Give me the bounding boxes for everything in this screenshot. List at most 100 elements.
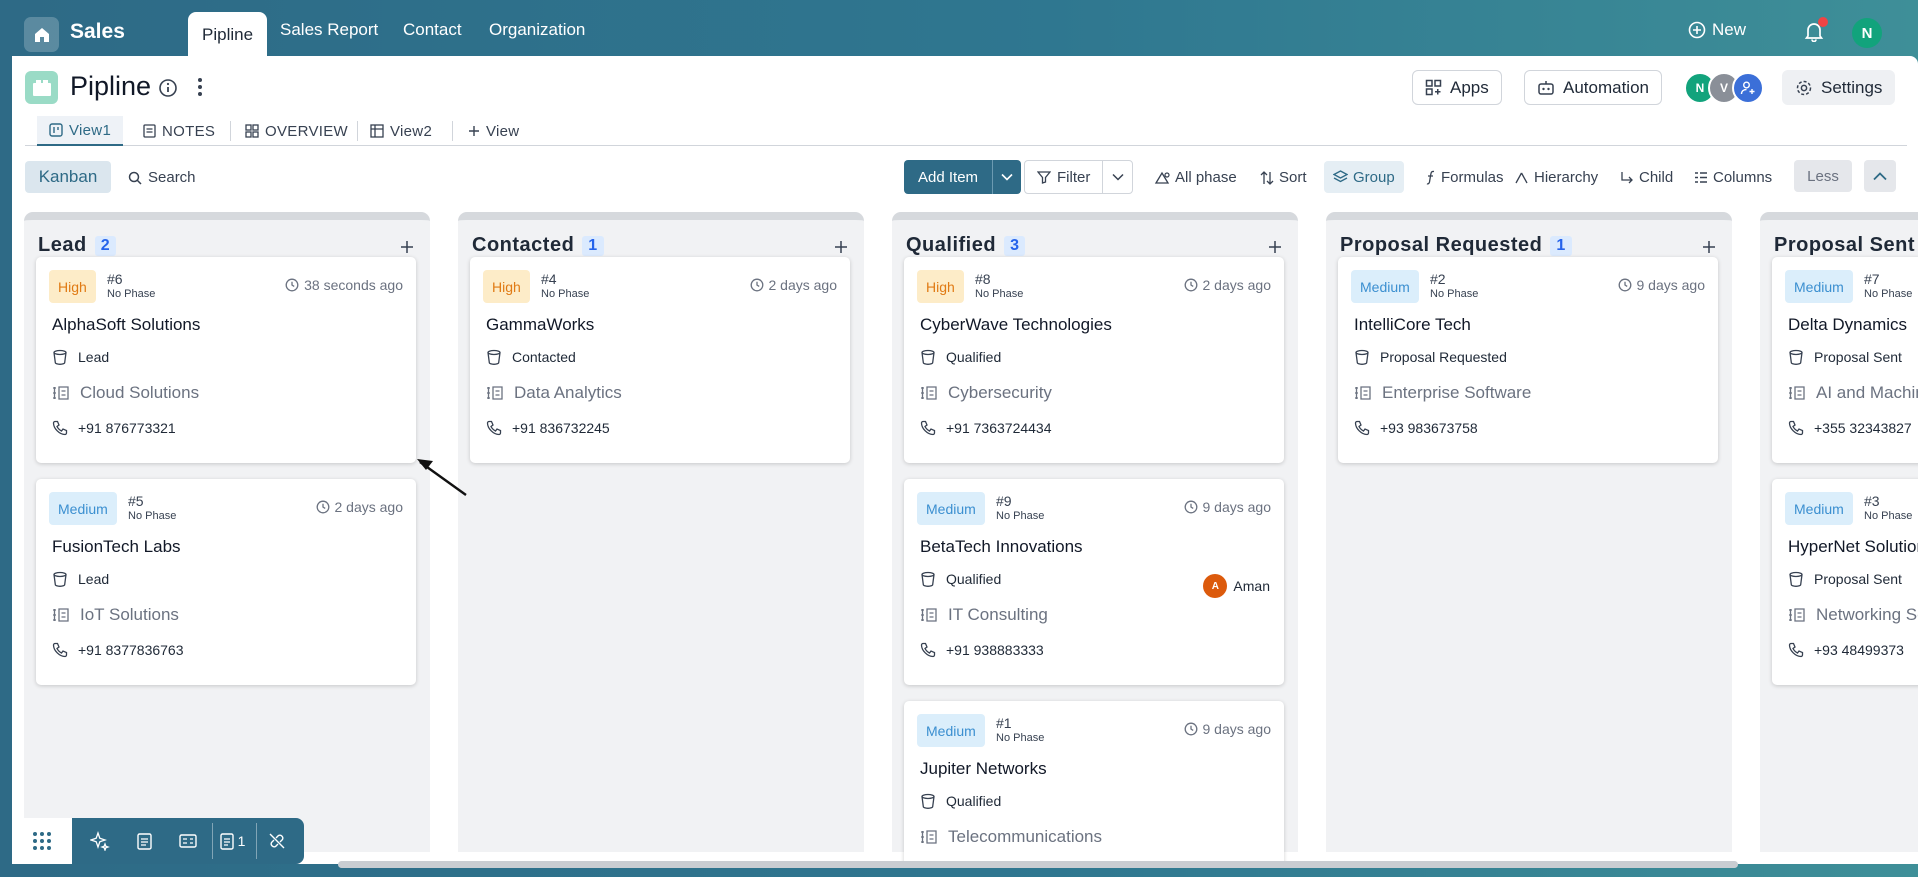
add-item-label[interactable]: Add Item: [904, 160, 993, 194]
formulas-label: Formulas: [1441, 169, 1504, 186]
apps-button[interactable]: Apps: [1412, 70, 1502, 105]
board-horizontal-scrollbar[interactable]: [338, 861, 1738, 868]
kanban-button[interactable]: Kanban: [25, 161, 111, 193]
priority-badge: Medium: [1351, 270, 1419, 303]
priority-badge: Medium: [49, 492, 117, 525]
card-time-text: 38 seconds ago: [304, 277, 403, 293]
card-phone: +91 938883333: [920, 642, 1044, 658]
card-owner[interactable]: A Aman: [1203, 574, 1270, 598]
add-user-icon: [1740, 81, 1755, 95]
card-industry: IoT Solutions: [52, 605, 179, 625]
priority-badge: High: [483, 270, 530, 303]
less-button[interactable]: Less: [1794, 160, 1852, 192]
add-item-button[interactable]: Add Item: [904, 160, 1022, 194]
all-phase-button[interactable]: All phase: [1154, 169, 1237, 186]
kanban-card[interactable]: Medium #5 No Phase 2 days ago FusionTech Lab…: [36, 479, 416, 685]
member-avatars[interactable]: N V: [1684, 72, 1764, 104]
card-company-name: AlphaSoft Solutions: [52, 315, 201, 334]
pages-dock-button[interactable]: 1: [212, 823, 252, 859]
card-time-text: 9 days ago: [1636, 277, 1706, 293]
nav-tab-contact[interactable]: Contact: [403, 20, 462, 40]
stage-bucket-icon: [1789, 349, 1803, 365]
add-member-button[interactable]: [1732, 72, 1764, 104]
card-time-text: 9 days ago: [1202, 499, 1272, 515]
owner-name: Aman: [1233, 578, 1270, 594]
new-button[interactable]: New: [1688, 20, 1746, 40]
card-id: #1: [996, 715, 1012, 731]
add-item-dropdown[interactable]: [992, 160, 1022, 194]
disconnect-dock-button[interactable]: [256, 823, 296, 859]
card-id: #3: [1864, 493, 1880, 509]
kanban-card[interactable]: Medium #3No Phase HyperNet Solutions Propos…: [1772, 479, 1918, 685]
kanban-column: Qualified 3 High #8 No Phase 2 days ago CyberW…: [892, 212, 1298, 864]
add-view-button[interactable]: View: [468, 116, 519, 146]
group-button[interactable]: Group: [1324, 161, 1404, 193]
tab-view2[interactable]: View2: [370, 116, 432, 146]
phone-icon: [1788, 420, 1804, 436]
app-grid-button[interactable]: [12, 818, 72, 864]
kanban-card[interactable]: Medium #1 No Phase 9 days ago Jupiter Networ…: [904, 701, 1284, 864]
kanban-card[interactable]: High #6 No Phase 38 seconds ago AlphaSoft So…: [36, 257, 416, 463]
kanban-card[interactable]: Medium #7 No Phase Delta Dynamics Proposal S…: [1772, 257, 1918, 463]
collapse-toolbar-button[interactable]: [1864, 160, 1896, 192]
nav-tab-sales-report[interactable]: Sales Report: [280, 20, 378, 40]
kanban-card[interactable]: High #4 No Phase 2 days ago GammaWorks Contac…: [470, 257, 850, 463]
card-id: #9: [996, 493, 1012, 509]
tab-notes-label: NOTES: [162, 122, 216, 140]
grid-dots-icon: [33, 832, 51, 850]
card-stage: Qualified: [920, 571, 1001, 587]
filter-dropdown[interactable]: [1102, 161, 1132, 193]
ai-sparkle-button[interactable]: [80, 823, 120, 859]
filter-button[interactable]: Filter: [1024, 160, 1134, 194]
card-phone-text: +93 48499373: [1814, 642, 1904, 658]
card-industry-text: IT Consulting: [948, 605, 1048, 624]
card-dock-button[interactable]: [168, 823, 208, 859]
group-label: Group: [1353, 168, 1395, 186]
sort-button[interactable]: Sort: [1260, 169, 1307, 186]
chevron-down-icon: [1001, 173, 1013, 181]
notifications-button[interactable]: [1803, 17, 1828, 42]
hierarchy-icon: [1515, 172, 1528, 183]
more-options-icon[interactable]: [197, 77, 203, 97]
card-stage-text: Lead: [78, 349, 110, 365]
column-header: Proposal Requested 1: [1340, 234, 1572, 257]
add-card-button[interactable]: [1268, 240, 1282, 254]
dashboard-icon: [245, 124, 259, 138]
nav-tab-pipline[interactable]: Pipline: [188, 12, 268, 56]
card-industry: Cloud Solutions: [52, 383, 199, 403]
stage-bucket-icon: [921, 571, 935, 587]
add-card-button[interactable]: [834, 240, 848, 254]
stage-bucket-icon: [921, 349, 935, 365]
tab-view1[interactable]: View1: [37, 116, 124, 146]
nav-tab-organization[interactable]: Organization: [489, 20, 585, 40]
automation-button[interactable]: Automation: [1524, 70, 1662, 105]
card-company-name: BetaTech Innovations: [920, 537, 1083, 556]
clock-icon: [1618, 278, 1631, 292]
gear-icon: [1796, 80, 1812, 95]
notes-dock-button[interactable]: [124, 823, 164, 859]
card-phase: No Phase: [1430, 288, 1479, 300]
info-icon[interactable]: [158, 78, 178, 98]
kanban-card[interactable]: Medium #2 No Phase 9 days ago IntelliCore Te…: [1338, 257, 1718, 463]
child-button[interactable]: Child: [1620, 169, 1673, 186]
add-card-button[interactable]: [400, 240, 414, 254]
kanban-card[interactable]: High #8 No Phase 2 days ago CyberWave Techno…: [904, 257, 1284, 463]
card-phase: No Phase: [107, 288, 156, 300]
tab-notes[interactable]: NOTES: [143, 116, 215, 146]
plus-circle-icon: [1688, 21, 1706, 39]
columns-button[interactable]: Columns: [1694, 169, 1772, 186]
add-card-button[interactable]: [1702, 240, 1716, 254]
filter-icon: [1037, 171, 1051, 184]
function-icon: [1426, 170, 1435, 185]
hierarchy-button[interactable]: Hierarchy: [1514, 169, 1598, 186]
search-button[interactable]: Search: [128, 169, 196, 186]
settings-button[interactable]: Settings: [1782, 70, 1896, 105]
card-stage-text: Contacted: [512, 349, 576, 365]
tab-overview[interactable]: OVERVIEW: [245, 116, 348, 146]
kanban-card[interactable]: Medium #9 No Phase 9 days ago BetaTech Innov…: [904, 479, 1284, 685]
card-stage: Proposal Sent: [1788, 349, 1902, 365]
user-avatar[interactable]: N: [1852, 18, 1882, 48]
formulas-button[interactable]: Formulas: [1426, 169, 1504, 186]
home-button[interactable]: [24, 17, 59, 52]
filter-main[interactable]: Filter: [1025, 161, 1102, 193]
